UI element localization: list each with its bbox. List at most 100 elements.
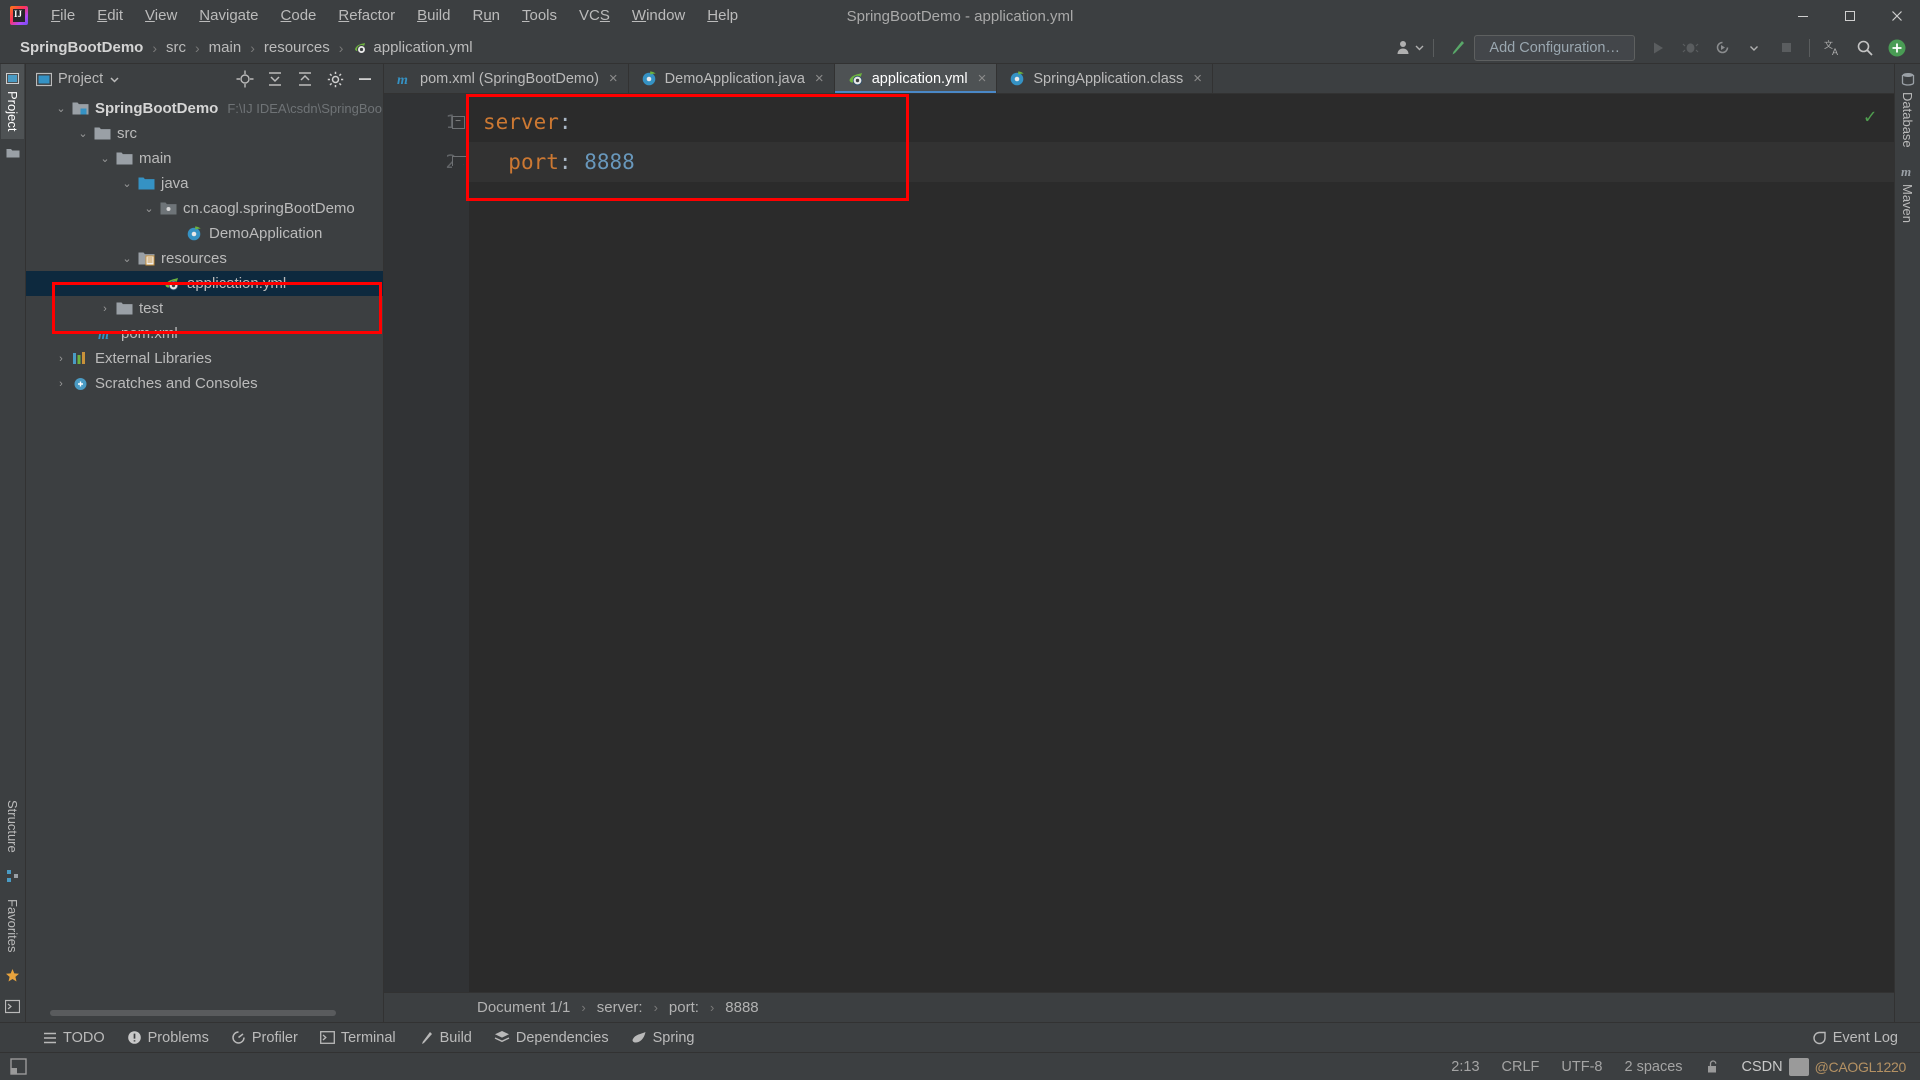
project-view-dropdown[interactable] xyxy=(109,74,120,85)
tool-button-profiler[interactable]: Profiler xyxy=(222,1027,307,1049)
sidebar-item-project[interactable]: Project xyxy=(1,64,24,140)
menu-navigate[interactable]: Navigate xyxy=(188,2,269,30)
build-project-button[interactable] xyxy=(1442,35,1472,61)
tool-button-terminal[interactable]: Terminal xyxy=(311,1027,405,1049)
maximize-button[interactable] xyxy=(1826,0,1873,32)
sidebar-item-database[interactable]: Database xyxy=(1896,64,1919,156)
run-with-coverage-button[interactable] xyxy=(1707,35,1737,61)
chevron-down-icon[interactable]: ⌄ xyxy=(96,152,114,165)
line-separator[interactable]: CRLF xyxy=(1502,1059,1540,1075)
structure-icon-btn[interactable] xyxy=(2,861,24,891)
hide-panel-button[interactable] xyxy=(353,68,377,90)
chevron-right-icon[interactable]: › xyxy=(96,303,114,315)
menu-view[interactable]: View xyxy=(134,2,188,30)
tree-row-application-yml[interactable]: application.yml xyxy=(26,271,383,296)
menu-vcs[interactable]: VCS xyxy=(568,2,621,30)
add-configuration-button[interactable]: Add Configuration… xyxy=(1474,34,1635,61)
breadcrumb-item-file[interactable]: application.yml xyxy=(348,37,476,58)
fold-region-toggle[interactable]: − xyxy=(447,102,469,142)
close-icon[interactable]: × xyxy=(815,70,824,87)
tree-row-springbootdemo[interactable]: ⌄ SpringBootDemo F:\IJ IDEA\csdn\SpringB… xyxy=(26,96,383,121)
breadcrumb-value[interactable]: 8888 xyxy=(722,999,761,1016)
breadcrumb-document[interactable]: Document 1/1 xyxy=(474,999,573,1016)
file-encoding[interactable]: UTF-8 xyxy=(1561,1059,1602,1075)
debug-button[interactable] xyxy=(1675,35,1705,61)
translate-button[interactable]: 文 A xyxy=(1818,35,1848,61)
menu-edit[interactable]: Edit xyxy=(86,2,134,30)
chevron-right-icon[interactable]: › xyxy=(52,378,70,390)
expand-all-button[interactable] xyxy=(263,68,287,90)
tree-row-src[interactable]: ⌄ src xyxy=(26,121,383,146)
close-icon[interactable]: × xyxy=(978,70,987,87)
notifications-button[interactable] xyxy=(1882,35,1912,61)
collapse-all-button[interactable] xyxy=(293,68,317,90)
tree-row-pom-xml[interactable]: m pom.xml xyxy=(26,321,383,346)
editor-gutter[interactable]: 1 2 − xyxy=(384,94,469,992)
close-icon[interactable]: × xyxy=(1193,70,1202,87)
chevron-down-icon[interactable]: ⌄ xyxy=(118,252,136,265)
menu-build[interactable]: Build xyxy=(406,2,461,30)
chevron-down-icon[interactable]: ⌄ xyxy=(118,177,136,190)
stripe-terminal-button[interactable] xyxy=(1,991,24,1022)
code-content[interactable]: server: port: 8888 ✓ xyxy=(466,94,1894,992)
breadcrumb-item-resources[interactable]: resources xyxy=(260,37,334,58)
breadcrumb-server[interactable]: server: xyxy=(594,999,646,1016)
tree-row-java[interactable]: ⌄ java xyxy=(26,171,383,196)
minimize-button[interactable] xyxy=(1779,0,1826,32)
tree-row-demoapplication[interactable]: DemoApplication xyxy=(26,221,383,246)
tool-button-build[interactable]: Build xyxy=(409,1027,481,1049)
fold-column[interactable]: − xyxy=(447,102,469,182)
sidebar-item-structure[interactable]: Structure xyxy=(1,792,24,861)
menu-file[interactable]: File xyxy=(40,2,86,30)
menu-window[interactable]: Window xyxy=(621,2,696,30)
tool-button-todo[interactable]: TODO xyxy=(34,1027,114,1049)
menu-tools[interactable]: Tools xyxy=(511,2,568,30)
menu-run[interactable]: Run xyxy=(461,2,511,30)
tab-demoapplication-java[interactable]: DemoApplication.java × xyxy=(629,64,835,93)
code-editor[interactable]: 1 2 − server: port: 8888 ✓ xyxy=(384,94,1894,992)
sidebar-item-favorites[interactable]: Favorites xyxy=(1,891,24,960)
breadcrumb-item-main[interactable]: main xyxy=(205,37,246,58)
tree-row-package[interactable]: ⌄ cn.caogl.springBootDemo xyxy=(26,196,383,221)
more-run-options-button[interactable] xyxy=(1739,35,1769,61)
project-tree[interactable]: ⌄ SpringBootDemo F:\IJ IDEA\csdn\SpringB… xyxy=(26,94,383,1008)
code-line-1[interactable]: server: xyxy=(469,102,1894,142)
tab-springapplication-class[interactable]: SpringApplication.class × xyxy=(997,64,1214,93)
stop-button[interactable] xyxy=(1771,35,1801,61)
chevron-right-icon[interactable]: › xyxy=(52,353,70,365)
scroll-from-source-button[interactable] xyxy=(233,68,257,90)
project-settings-button[interactable] xyxy=(323,68,347,90)
tab-pom-xml[interactable]: m pom.xml (SpringBootDemo) × xyxy=(384,64,629,93)
tool-button-problems[interactable]: Problems xyxy=(118,1027,218,1049)
caret-position[interactable]: 2:13 xyxy=(1451,1059,1479,1075)
run-button[interactable] xyxy=(1643,35,1673,61)
tree-row-main[interactable]: ⌄ main xyxy=(26,146,383,171)
project-panel-scrollbar[interactable] xyxy=(26,1008,383,1022)
tool-button-dependencies[interactable]: Dependencies xyxy=(485,1027,618,1049)
breadcrumb-port[interactable]: port: xyxy=(666,999,702,1016)
search-everywhere-button[interactable] xyxy=(1850,35,1880,61)
tree-row-resources[interactable]: ⌄ resources xyxy=(26,246,383,271)
menu-refactor[interactable]: Refactor xyxy=(327,2,406,30)
menu-help[interactable]: Help xyxy=(696,2,749,30)
sidebar-item-maven[interactable]: m Maven xyxy=(1896,156,1919,231)
tool-button-spring[interactable]: Spring xyxy=(622,1027,704,1049)
favorites-icon-btn[interactable] xyxy=(1,960,24,991)
event-log-button[interactable]: Event Log xyxy=(1804,1027,1906,1049)
tree-row-scratches[interactable]: › Scratches and Consoles xyxy=(26,371,383,396)
stripe-folder-icon-btn[interactable] xyxy=(2,139,24,167)
chevron-down-icon[interactable]: ⌄ xyxy=(74,127,92,140)
tree-row-test[interactable]: › test xyxy=(26,296,383,321)
code-line-2[interactable]: port: 8888 xyxy=(469,142,1894,182)
tab-application-yml[interactable]: application.yml × xyxy=(834,64,998,93)
menu-code[interactable]: Code xyxy=(270,2,328,30)
chevron-down-icon[interactable]: ⌄ xyxy=(52,102,70,115)
breadcrumb-item-src[interactable]: src xyxy=(162,37,190,58)
tree-row-external-libraries[interactable]: › External Libraries xyxy=(26,346,383,371)
show-tool-windows-icon[interactable] xyxy=(10,1058,27,1075)
breadcrumb-item-project[interactable]: SpringBootDemo xyxy=(16,37,147,58)
fold-region-end[interactable] xyxy=(447,142,469,182)
close-button[interactable] xyxy=(1873,0,1920,32)
close-icon[interactable]: × xyxy=(609,70,618,87)
chevron-down-icon[interactable]: ⌄ xyxy=(140,202,158,215)
